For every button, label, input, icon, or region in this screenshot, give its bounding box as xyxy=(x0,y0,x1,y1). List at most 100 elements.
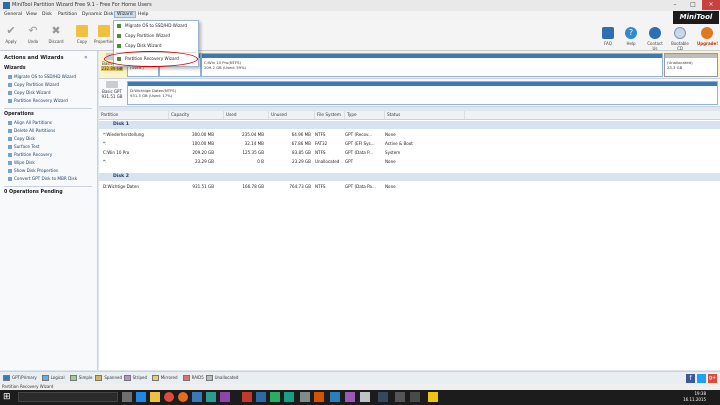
sidebar-item-disk-properties[interactable]: Show Disk Properties xyxy=(8,168,58,173)
maximize-button[interactable]: □ xyxy=(684,0,702,10)
disk2-partition-d[interactable]: D:Wichtige Daten(NTFS) 931.5 GB (Used: 1… xyxy=(127,81,718,105)
app-icon-h[interactable] xyxy=(314,392,324,402)
apply-button[interactable]: ✔ Apply xyxy=(1,23,21,45)
app-icon-f[interactable] xyxy=(284,392,294,402)
facebook-icon[interactable]: f xyxy=(686,374,695,383)
table-row[interactable]: *: 100.00 MB 32.14 MB 67.86 MB FAT32 GPT (EFI… xyxy=(99,140,720,148)
menu-wizard[interactable]: Wizard xyxy=(114,11,136,18)
upgrade-button[interactable]: Upgrade! xyxy=(697,25,718,46)
col-status[interactable]: Status xyxy=(385,111,465,119)
faq-button[interactable]: FAQ xyxy=(598,25,618,46)
contact-us-button[interactable]: Contact Us xyxy=(645,25,665,51)
undo-button[interactable]: ↶ Undo xyxy=(23,23,43,45)
col-type[interactable]: Type xyxy=(345,111,385,119)
app-icon-g[interactable] xyxy=(300,392,310,402)
disk1-header[interactable]: Disk 1 xyxy=(99,121,720,129)
table-row[interactable]: C:Win 10 Pro 209.20 GB 125.35 GB 83.85 GB NT… xyxy=(99,149,720,157)
sidebar-item-delete-all[interactable]: Delete All Partitions xyxy=(8,128,55,133)
app-icon-m[interactable] xyxy=(395,392,405,402)
usage-stripe xyxy=(202,54,662,58)
bootable-cd-button[interactable]: Bootable CD xyxy=(670,25,690,51)
col-used[interactable]: Used xyxy=(224,111,269,119)
sidebar-item-partition-recovery-op[interactable]: Partition Recovery xyxy=(8,152,53,157)
sidebar-item-convert-gpt[interactable]: Convert GPT Disk to MBR Disk xyxy=(8,176,77,181)
col-file-system[interactable]: File System xyxy=(315,111,345,119)
menu-general[interactable]: General xyxy=(2,12,24,17)
help-button[interactable]: ? Help xyxy=(621,25,641,46)
twitter-icon[interactable] xyxy=(697,374,706,383)
taskbar: ⊞ 19:38 16.11.2015 xyxy=(0,390,720,405)
search-box[interactable] xyxy=(18,392,118,402)
store-icon[interactable] xyxy=(192,392,202,402)
app-icon-i[interactable] xyxy=(330,392,340,402)
table-cell: 235.04 MB xyxy=(242,132,264,137)
menu-view[interactable]: View xyxy=(24,12,39,17)
menu-disk[interactable]: Disk xyxy=(40,12,54,17)
table-row[interactable]: *: 23.29 GB 0 B 23.29 GB Unallocated GPT None xyxy=(99,158,720,166)
table-row[interactable]: *:Wiederherstellung 300.00 MB 235.04 MB 64.… xyxy=(99,131,720,139)
table-cell: System xyxy=(385,150,401,155)
menu-dynamic-disk[interactable]: Dynamic Disk xyxy=(80,12,116,17)
minimize-button[interactable]: – xyxy=(666,0,684,10)
task-view-icon[interactable] xyxy=(122,392,132,402)
table-row[interactable]: D:Wichtige Daten 931.51 GB 166.78 GB 764.73… xyxy=(99,183,720,191)
menu-partition[interactable]: Partition xyxy=(56,12,79,17)
menu-item-label: Copy Partition Wizard xyxy=(125,33,171,38)
disk1-partition-c[interactable]: C:Win 10 Pro(NTFS) 209.2 GB (Used: 59%) xyxy=(201,53,663,77)
col-unused[interactable]: Unused xyxy=(269,111,315,119)
table-cell: Unallocated xyxy=(315,159,340,164)
sidebar-item-label: Partition Recovery xyxy=(14,152,53,157)
app-icon-a[interactable] xyxy=(206,392,216,402)
discard-button[interactable]: ✖ Discard xyxy=(46,23,66,45)
sidebar-item-wipe-disk[interactable]: Wipe Disk xyxy=(8,160,35,165)
legend-item: Logical xyxy=(41,375,65,381)
sidebar-item-align[interactable]: Align All Partitions xyxy=(8,120,52,125)
table-cell: None xyxy=(385,132,396,137)
sidebar-item-partition-recovery[interactable]: Partition Recovery Wizard xyxy=(8,98,68,103)
menu-item-copy-partition[interactable]: Copy Partition Wizard xyxy=(114,31,198,41)
app-icon-e[interactable] xyxy=(270,392,280,402)
properties-button[interactable]: Properties xyxy=(94,23,114,44)
sidebar-item-surface-test[interactable]: Surface Test xyxy=(8,144,40,149)
app-icon-j[interactable] xyxy=(345,392,355,402)
sidebar-item-migrate-os[interactable]: Migrate OS to SSD/HD Wizard xyxy=(8,74,76,79)
app-icon-c[interactable] xyxy=(242,392,252,402)
disk2-header[interactable]: Disk 2 xyxy=(99,173,720,181)
app-icon xyxy=(3,2,10,9)
wizard-icon xyxy=(117,34,121,38)
app-icon-n[interactable] xyxy=(410,392,420,402)
col-partition[interactable]: Partition xyxy=(99,111,169,119)
windows-start-icon[interactable]: ⊞ xyxy=(3,392,13,402)
close-button[interactable]: × xyxy=(702,0,720,10)
google-plus-icon[interactable]: g+ xyxy=(708,374,717,383)
explorer-icon[interactable] xyxy=(150,392,160,402)
disk-map-disk2[interactable]: Basic GPT 931.51 GB D:Wichtige Daten(NTF… xyxy=(99,79,720,107)
disk1-unallocated[interactable]: (Unallocated) 23.3 GB xyxy=(664,53,718,77)
edge-icon[interactable] xyxy=(136,392,146,402)
sidebar-item-copy-disk-op[interactable]: Copy Disk xyxy=(8,136,35,141)
sidebar-item-copy-partition[interactable]: Copy Partition Wizard xyxy=(8,82,59,87)
table-cell: FAT32 xyxy=(315,141,328,146)
col-capacity[interactable]: Capacity xyxy=(169,111,224,119)
minitool-taskbar-icon[interactable] xyxy=(428,392,438,402)
menu-help[interactable]: Help xyxy=(136,12,150,17)
app-icon-l[interactable] xyxy=(378,392,388,402)
table-cell: 23.29 GB xyxy=(194,159,214,164)
menu-item-copy-disk[interactable]: Copy Disk Wizard xyxy=(114,41,198,51)
firefox-icon[interactable] xyxy=(178,392,188,402)
wizards-heading: Wizards xyxy=(4,66,26,71)
sidebar-item-copy-disk[interactable]: Copy Disk Wizard xyxy=(8,90,51,95)
faq-label: FAQ xyxy=(604,41,612,46)
app-icon-d[interactable] xyxy=(256,392,266,402)
app-icon-b[interactable] xyxy=(220,392,230,402)
app-icon-k[interactable] xyxy=(360,392,370,402)
copy-button[interactable]: Copy xyxy=(72,23,92,44)
wizard-icon xyxy=(8,90,12,95)
collapse-icon[interactable]: « xyxy=(84,54,88,61)
legend-swatch xyxy=(205,375,213,381)
system-clock[interactable]: 19:38 16.11.2015 xyxy=(683,391,706,403)
legend-bar: GPT/Primary Logical Simple Spanned Striped Mi… xyxy=(0,371,720,385)
chrome-icon[interactable] xyxy=(164,392,174,402)
menu-item-migrate-os[interactable]: Migrate OS to SSD/HD Wizard xyxy=(114,21,198,31)
operation-icon xyxy=(8,120,12,125)
